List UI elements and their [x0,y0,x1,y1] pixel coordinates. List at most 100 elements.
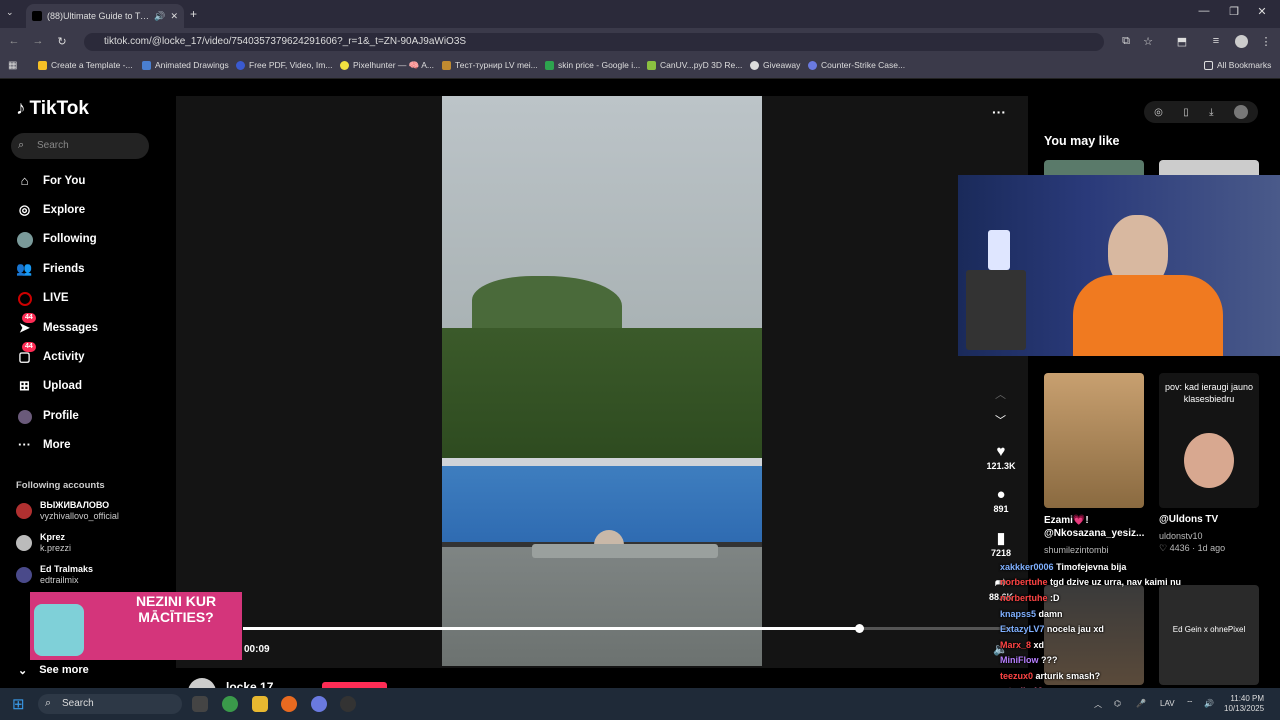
comment-icon: ● [996,486,1006,503]
previous-video-icon[interactable]: ︿ [995,386,1006,402]
video-frame[interactable] [442,96,762,666]
progress-handle[interactable] [854,624,864,633]
bookmark-item[interactable]: Pixelhunter — 🧠 A... [340,60,434,71]
task-view-icon[interactable] [192,696,208,712]
speaker-icon[interactable]: 🔊 [154,11,165,22]
bookmark-item[interactable]: skin price - Google i... [545,60,640,70]
compass-icon[interactable]: ◎ [1154,107,1163,118]
bookmark-item[interactable]: CanUV...pyD 3D Re... [647,60,742,70]
suggested-thumbnail[interactable]: pov: kad ieraugi jauno klasesbiedru [1159,373,1259,508]
media-control-icon[interactable]: ≡ [1208,35,1224,47]
messages-icon: ➤ 44 [16,313,36,336]
bookmark-item[interactable]: Giveaway [750,60,800,70]
maximize-button[interactable]: ❐ [1224,5,1244,18]
nav-explore[interactable]: ◎ Explore [16,202,85,218]
language-indicator[interactable]: LAV [1160,699,1175,708]
tray-chevron-icon[interactable]: ︿ [1094,699,1102,710]
friends-icon: 👥 [16,261,33,276]
minimize-button[interactable]: — [1194,5,1214,17]
all-bookmarks[interactable]: All Bookmarks [1204,60,1271,70]
like-button[interactable]: ♥ 121.3K [984,443,1018,471]
bookmark-item[interactable]: Тест-турнир LV mei... [442,60,538,70]
volume-tray-icon[interactable]: 🔊 [1204,699,1214,708]
tab-close-icon[interactable]: ✕ [170,11,178,22]
network-icon[interactable]: ⌬ [1114,699,1121,708]
bookmark-item[interactable]: Free PDF, Video, Im... [236,60,332,70]
nav-upload[interactable]: ⊞ Upload [16,378,82,394]
tiktok-logo[interactable]: ♪ TikTok [16,98,89,120]
device-icon[interactable]: ▯ [1183,107,1189,118]
url-input[interactable]: tiktok.com/@locke_17/video/7540357379624… [84,33,1104,51]
file-explorer-icon[interactable] [252,696,268,712]
obs-icon[interactable] [340,696,356,712]
extensions-icon[interactable]: ⬒ [1174,35,1190,48]
next-video-icon[interactable]: ﹀ [995,412,1006,428]
nav-activity[interactable]: ▢ 44 Activity [16,342,85,365]
microphone-icon[interactable]: 🎤 [1136,699,1146,708]
nav-live[interactable]: LIVE [16,290,69,306]
discord-icon[interactable] [311,696,327,712]
following-account[interactable]: Ed Tralmaks edtrailmix [16,564,93,586]
back-icon[interactable]: ← [6,35,22,47]
nav-messages[interactable]: ➤ 44 Messages [16,313,98,336]
chevron-down-icon: ⌄ [18,665,28,677]
browser-menu-icon[interactable]: ⋮ [1258,35,1274,48]
download-icon[interactable]: ⤓ [1209,107,1213,118]
following-account[interactable]: Kprez k.prezzi [16,532,71,554]
bookmark-favicon-icon [38,60,47,70]
following-account[interactable]: ВЫЖИВАЛОВО vyzhivallovo_official [16,500,119,522]
progress-bar[interactable] [243,627,1013,630]
suggested-thumbnail[interactable]: Ed Gein x ohnePixel [1159,585,1259,685]
chat-message: knapss5 damn [1000,609,1063,619]
ad-mascot-icon [34,604,84,656]
bookmark-item[interactable]: Animated Drawings [142,60,229,70]
nav-friends[interactable]: 👥 Friends [16,261,84,277]
apps-grid-icon[interactable]: ▦ [8,60,17,71]
more-options-icon[interactable]: ··· [992,104,1006,120]
bookmark-star-icon[interactable]: ☆ [1140,35,1156,48]
cast-icon[interactable]: ⧉ [1118,35,1134,48]
card-caption[interactable]: @Uldons TV [1159,514,1218,525]
activity-icon: ▢ 44 [16,342,36,365]
firefox-icon[interactable] [281,696,297,712]
clock[interactable]: 11:40 PM 10/13/2025 [1224,694,1264,714]
bookmark-button[interactable]: ▮ 7218 [984,530,1018,558]
nav-more[interactable]: ··· More [16,437,70,452]
close-window-button[interactable]: ✕ [1252,5,1272,18]
windows-start-icon[interactable]: ⊞ [12,695,25,713]
folder-icon [1204,60,1213,70]
card-caption[interactable]: Ezami💗! @Nkosazana_yesiz... [1044,514,1156,540]
streamer-webcam [958,175,1280,356]
card-author[interactable]: uldonstv10 [1159,531,1203,541]
card-author[interactable]: shumilezintombi [1044,545,1109,555]
tab-list-icon[interactable]: ⌄ [6,7,14,18]
taskbar-search[interactable]: Search [38,694,182,714]
bookmark-item[interactable]: Counter-Strike Case... [808,60,905,70]
see-more-button[interactable]: ⌄ See more [18,664,89,677]
user-avatar[interactable] [1233,105,1248,119]
bookmark-favicon-icon [442,60,451,70]
bookmark-item[interactable]: Create a Template -... [38,60,133,70]
new-tab-button[interactable]: + [190,7,197,21]
activity-badge: 44 [22,342,36,352]
chrome-icon[interactable] [222,696,238,712]
compass-icon: ◎ [18,202,31,217]
nav-following[interactable]: Following [16,231,97,248]
nav-profile[interactable]: Profile [16,408,79,424]
reload-icon[interactable]: ↻ [54,35,70,48]
you-may-like-title: You may like [1044,134,1120,148]
comment-button[interactable]: ● 891 [984,486,1018,514]
wifi-icon[interactable]: ⌔ [1186,699,1194,709]
chat-message: ExtazyLV7 nocela jau xd [1000,624,1104,634]
chat-message: xakkker0006 Timofejevna bija [1000,562,1127,572]
browser-tab[interactable]: (88)Ultimate Guide to Tuff 🔊 ✕ [26,4,184,28]
suggested-thumbnail[interactable] [1044,373,1144,508]
bookmark-favicon-icon [142,60,151,70]
forward-icon[interactable]: → [30,35,46,47]
following-accounts-title: Following accounts [16,480,105,491]
nav-for-you[interactable]: ⌂ For You [16,173,86,188]
tiktok-note-icon: ♪ [16,98,26,119]
profile-avatar-icon[interactable] [1235,35,1248,48]
avatar [16,503,32,519]
search-input[interactable]: Search [11,133,149,159]
